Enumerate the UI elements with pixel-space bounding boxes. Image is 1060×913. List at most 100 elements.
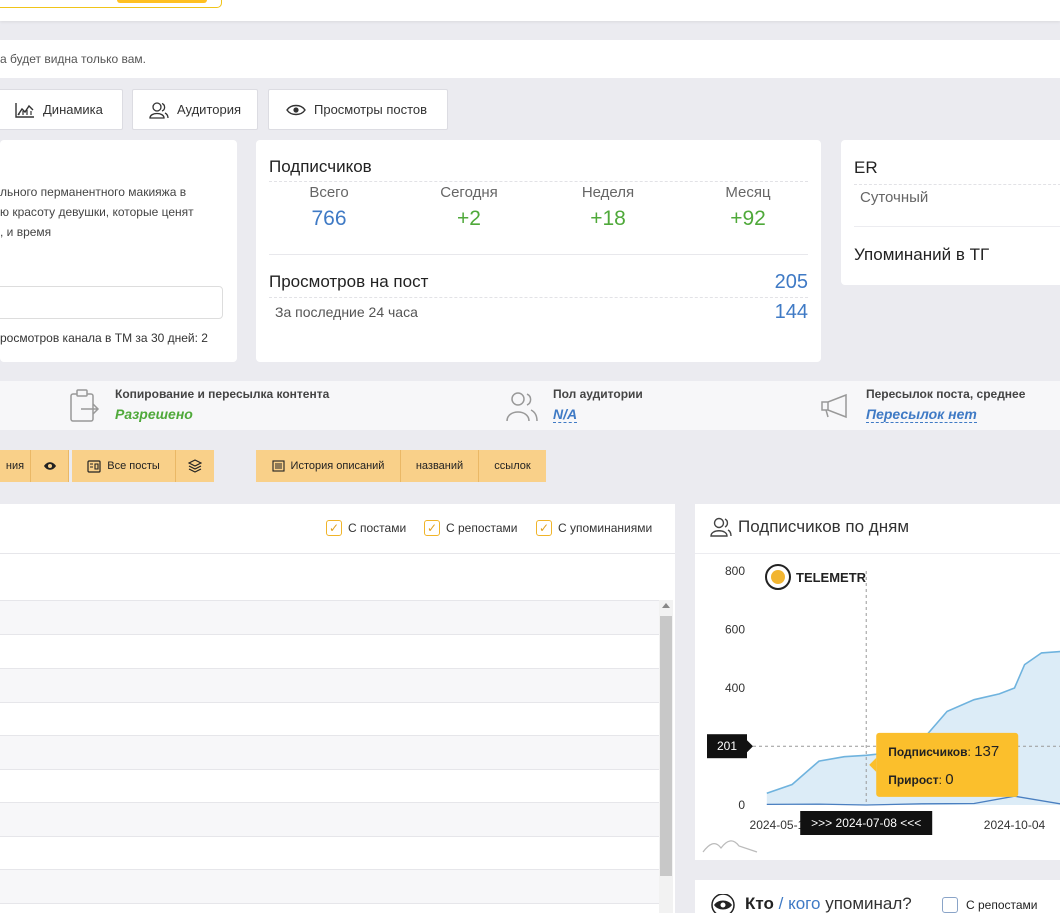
tab-audience[interactable]: Аудитория <box>132 89 258 130</box>
er-card: ER Суточный Упоминаний в ТГ <box>841 140 1060 285</box>
table-row <box>0 600 659 634</box>
eye-icon <box>286 104 306 115</box>
stat-label: Сегодня <box>440 184 498 201</box>
description-line: ю красоту девушки, которые ценят <box>0 205 194 219</box>
table-row <box>0 702 659 735</box>
title-slash: / <box>778 894 784 913</box>
title-tail: упоминал? <box>825 894 912 913</box>
info-value[interactable]: N/A <box>553 406 578 423</box>
tooltip-subs-label: Подписчиков <box>888 745 967 759</box>
divider <box>0 553 675 554</box>
links-history-button[interactable]: ссылок <box>479 450 546 482</box>
views-24h-value: 144 <box>774 301 808 323</box>
check-icon: ✓ <box>326 520 342 536</box>
checkbox-with-mentions[interactable]: ✓ С упоминаниями <box>536 520 652 536</box>
tooltip-gain-value: 0 <box>945 771 953 788</box>
users-icon <box>149 101 169 119</box>
divider <box>269 254 808 255</box>
table-row <box>0 668 659 702</box>
stat-value: 766 <box>311 207 347 230</box>
names-history-button[interactable]: названий <box>401 450 479 482</box>
mentions-button[interactable]: ния <box>0 450 31 482</box>
channel-description-card: льного перманентного макияжа в ю красоту… <box>0 140 237 362</box>
check-icon: ✓ <box>536 520 552 536</box>
checkbox-label: С постами <box>348 521 407 535</box>
tooltip: Подписчиков: 137 Прирост: 0 <box>869 732 1019 797</box>
info-label: Пол аудитории <box>553 387 643 401</box>
tab-post-views[interactable]: Просмотры постов <box>268 89 448 130</box>
stat-value: +92 <box>730 207 766 230</box>
y-tick-label: 800 <box>725 564 745 578</box>
table-row <box>0 869 659 903</box>
checkbox-label: С репостами <box>446 521 518 535</box>
table-row <box>0 836 659 869</box>
button-label: ния <box>5 460 25 472</box>
views-24h-label: За последние 24 часа <box>275 304 418 320</box>
audience-gender-icon <box>506 392 538 422</box>
views-per-post-title: Просмотров на пост <box>269 272 429 291</box>
checkbox-mentions-reposts[interactable]: С репостами <box>942 897 1038 913</box>
layers-icon <box>188 459 202 473</box>
divider <box>695 553 1060 554</box>
svg-text:Прирост: 0: Прирост: 0 <box>888 771 953 788</box>
checkbox-box <box>942 897 958 913</box>
crosshair-y-value: 201 <box>717 739 737 753</box>
checkbox-with-reposts[interactable]: ✓ С репостами <box>424 520 518 536</box>
mentions-title: Кто / кого упоминал? <box>745 894 912 913</box>
description-history-button[interactable]: История описаний <box>256 450 401 482</box>
info-label: Пересылок поста, среднее <box>866 387 1026 401</box>
search-button-fragment[interactable] <box>117 0 207 3</box>
scroll-up-icon[interactable] <box>662 603 670 608</box>
stat-label: Всего <box>309 184 349 201</box>
posts-icon <box>87 459 101 473</box>
all-posts-button[interactable]: Все посты <box>72 450 176 482</box>
list-icon <box>271 460 285 472</box>
chart-icon <box>15 102 34 118</box>
info-forwards: Пересылок поста, среднее Пересылок нет <box>866 387 1025 424</box>
mentions-panel: Кто / кого упоминал? С репостами <box>695 880 1060 913</box>
y-tick-label: 400 <box>725 681 745 695</box>
er-title: ER <box>854 158 878 177</box>
table-row <box>0 769 659 802</box>
divider <box>854 226 1060 227</box>
button-label: ссылок <box>494 460 531 472</box>
search-box-fragment[interactable] <box>0 0 222 8</box>
title-whom-link[interactable]: кого <box>788 894 820 913</box>
button-label: названий <box>415 460 464 472</box>
tab-label: Просмотры постов <box>314 102 428 117</box>
views-button[interactable] <box>31 450 69 482</box>
top-bar <box>0 0 1060 21</box>
title-who: Кто <box>745 894 774 913</box>
notice-text: а будет видна только вам. <box>0 52 146 66</box>
tooltip-date: >>> 2024-07-08 <<< <box>811 816 921 830</box>
stat-label: Неделя <box>581 184 635 201</box>
info-copying: Копирование и пересылка контента Разреше… <box>115 387 329 422</box>
stat-label: Месяц <box>725 184 771 201</box>
channel-link-input[interactable] <box>0 286 223 319</box>
tab-dynamics[interactable]: Динамика <box>0 89 123 130</box>
telemetr-brand: TELEMETR <box>796 570 867 585</box>
button-label: Все посты <box>107 460 160 472</box>
checkbox-with-posts[interactable]: ✓ С постами <box>326 520 406 536</box>
x-tick-label: 2024-05-1 <box>750 818 805 832</box>
y-tick-label: 0 <box>738 798 745 812</box>
tooltip-gain-label: Прирост <box>888 773 939 787</box>
tab-label: Динамика <box>43 102 103 117</box>
info-label: Копирование и пересылка контента <box>115 387 330 401</box>
telemetr-logo: TELEMETR <box>765 564 867 590</box>
views-per-post-value: 205 <box>774 271 808 293</box>
users-icon <box>710 517 732 537</box>
stat-total: Всего 766 <box>269 184 389 231</box>
layers-button[interactable] <box>176 450 214 482</box>
navigator-minichart[interactable] <box>702 840 758 853</box>
table-row <box>0 802 659 836</box>
scrollbar-thumb[interactable] <box>660 616 672 876</box>
check-icon: ✓ <box>424 520 440 536</box>
megaphone-icon <box>821 393 847 419</box>
subscribers-card: Подписчиков Всего 766 Сегодня +2 Неделя … <box>256 140 821 362</box>
info-value[interactable]: Пересылок нет <box>866 406 977 423</box>
checkbox-label: С упоминаниями <box>558 521 653 535</box>
forward-icon <box>70 389 100 422</box>
x-date-label: >>> 2024-07-08 <<< <box>800 811 933 835</box>
channel-info-bar: Копирование и пересылка контента Разреше… <box>0 381 1060 430</box>
